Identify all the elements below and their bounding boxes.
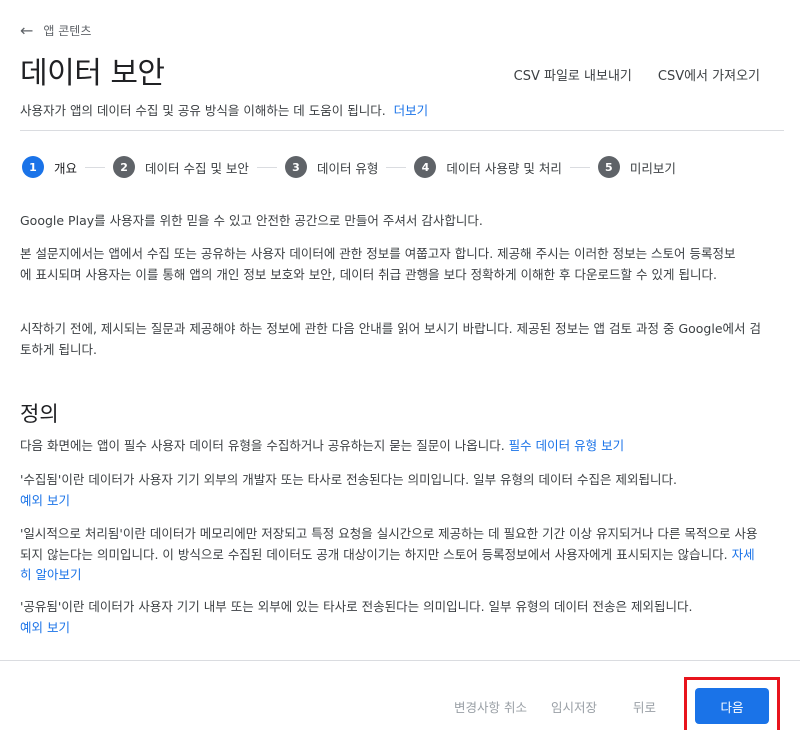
- step-label: 개요: [54, 160, 78, 176]
- definition-shared-text: '공유됨'이란 데이터가 사용자 기기 내부 또는 외부에 있는 타사로 전송된…: [20, 599, 693, 614]
- overview-thanks: Google Play를 사용자를 위한 믿을 수 있고 안전한 공간으로 만들…: [20, 213, 483, 228]
- step-number: 2: [113, 156, 136, 178]
- page-subtitle: 사용자가 앱의 데이터 수집 및 공유 방식을 이해하는 데 도움이 됩니다. …: [20, 100, 428, 119]
- subtitle-text: 사용자가 앱의 데이터 수집 및 공유 방식을 이해하는 데 도움이 됩니다.: [20, 103, 386, 118]
- step-label: 데이터 유형: [316, 160, 379, 176]
- definition-ephemeral: '일시적으로 처리됨'이란 데이터가 메모리에만 저장되고 특정 요청을 실시간…: [20, 524, 765, 586]
- step-connector: [256, 166, 277, 168]
- step-data-types[interactable]: 3 데이터 유형: [284, 156, 379, 178]
- step-number: 5: [597, 156, 620, 178]
- back-link-label: 앱 콘텐츠: [43, 24, 92, 38]
- step-number: 4: [414, 156, 437, 178]
- definition-ephemeral-text: '일시적으로 처리됨'이란 데이터가 메모리에만 저장되고 특정 요청을 실시간…: [20, 526, 758, 562]
- definition-shared: '공유됨'이란 데이터가 사용자 기기 내부 또는 외부에 있는 타사로 전송된…: [20, 597, 765, 638]
- step-data-collection[interactable]: 2 데이터 수집 및 보안: [113, 156, 249, 178]
- footer-actions: 변경사항 취소 임시저장 뒤로 다음: [454, 677, 780, 730]
- discard-changes-button[interactable]: 변경사항 취소: [454, 697, 527, 716]
- definitions-intro: 다음 화면에는 앱이 필수 사용자 데이터 유형을 수집하거나 공유하는지 묻는…: [20, 436, 765, 457]
- step-data-usage[interactable]: 4 데이터 사용량 및 처리: [414, 156, 562, 178]
- step-number: 3: [284, 156, 307, 178]
- step-preview[interactable]: 5 미리보기: [597, 156, 676, 178]
- save-draft-button[interactable]: 임시저장: [551, 697, 597, 716]
- next-button[interactable]: 다음: [695, 688, 769, 724]
- page-title: 데이터 보안: [20, 56, 165, 91]
- header-divider: [20, 130, 784, 131]
- next-button-highlight: 다음: [684, 677, 780, 730]
- step-connector: [569, 166, 590, 168]
- step-label: 데이터 수집 및 보안: [145, 160, 249, 176]
- stepper: 1 개요 2 데이터 수집 및 보안 3 데이터 유형 4 데이터 사용량 및 …: [22, 156, 676, 178]
- import-csv-button[interactable]: CSV에서 가져오기: [658, 65, 760, 84]
- definition-collected-text: '수집됨'이란 데이터가 사용자 기기 외부의 개발자 또는 타사로 전송된다는…: [20, 472, 677, 487]
- header-actions: CSV 파일로 내보내기 CSV에서 가져오기: [514, 65, 760, 84]
- step-overview[interactable]: 1 개요: [22, 156, 77, 178]
- arrow-left-icon: ←: [20, 20, 34, 40]
- step-connector: [386, 166, 407, 168]
- overview-start: 시작하기 전에, 제시되는 질문과 제공해야 하는 정보에 관한 다음 안내를 …: [20, 321, 761, 357]
- definition-collected: '수집됨'이란 데이터가 사용자 기기 외부의 개발자 또는 타사로 전송된다는…: [20, 470, 765, 511]
- shared-exceptions-link[interactable]: 예외 보기: [20, 620, 70, 635]
- step-connector: [85, 166, 106, 168]
- required-data-types-link[interactable]: 필수 데이터 유형 보기: [509, 438, 624, 453]
- footer-divider: [0, 660, 800, 661]
- back-button[interactable]: 뒤로: [633, 697, 656, 716]
- definitions-title: 정의: [20, 402, 59, 426]
- learn-more-link[interactable]: 더보기: [394, 103, 429, 118]
- step-label: 데이터 사용량 및 처리: [446, 160, 562, 176]
- definitions-intro-text: 다음 화면에는 앱이 필수 사용자 데이터 유형을 수집하거나 공유하는지 묻는…: [20, 438, 505, 453]
- export-csv-button[interactable]: CSV 파일로 내보내기: [514, 65, 632, 84]
- collected-exceptions-link[interactable]: 예외 보기: [20, 493, 70, 508]
- back-link[interactable]: ← 앱 콘텐츠: [20, 22, 91, 39]
- step-label: 미리보기: [629, 160, 676, 176]
- step-number: 1: [22, 156, 44, 178]
- overview-intro: 본 설문지에서는 앱에서 수집 또는 공유하는 사용자 데이터에 관한 정보를 …: [20, 246, 736, 282]
